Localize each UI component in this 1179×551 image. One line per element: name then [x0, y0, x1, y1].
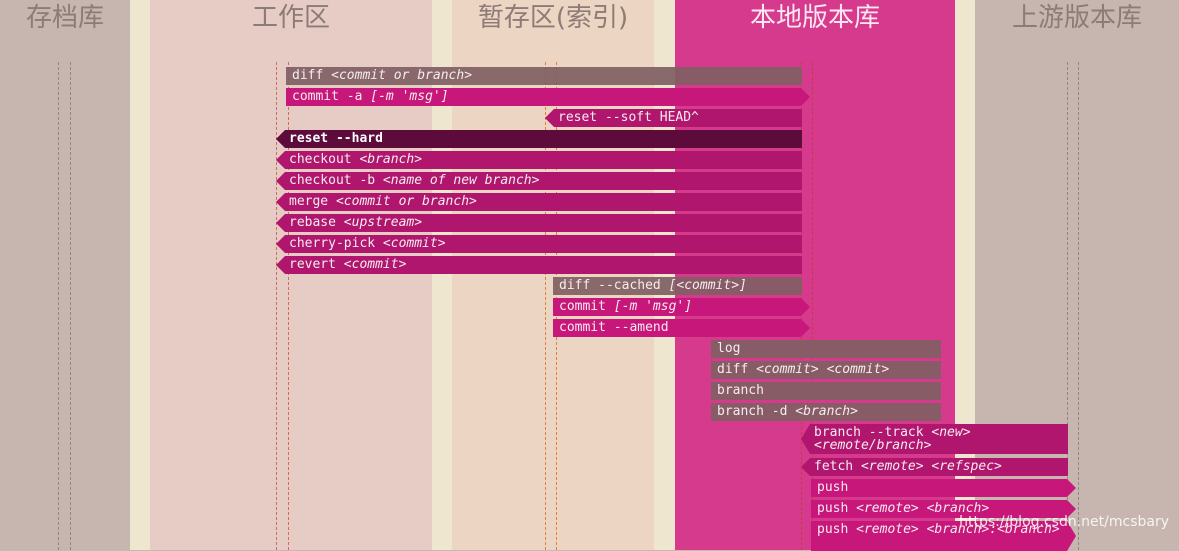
guide-line: [1078, 62, 1079, 550]
command-name: reset --soft HEAD^: [558, 110, 699, 125]
command-name: checkout: [289, 152, 352, 167]
command-commit-amend: commit --amend: [553, 319, 810, 337]
command-name: rebase: [289, 215, 336, 230]
command-args: <branch>: [795, 404, 858, 419]
command-branch-d: branch -d <branch>: [711, 403, 941, 421]
command-name: commit -a: [292, 89, 363, 104]
command-name: push: [817, 480, 849, 495]
column-title-local: 本地版本库: [749, 3, 880, 33]
command-branch-track: branch --track <new> <remote/branch>: [801, 424, 1068, 454]
command-args: [<commit>]: [668, 278, 747, 293]
command-diff-commit-or-branch: diff <commit or branch>: [286, 67, 802, 85]
command-name: commit: [559, 299, 606, 314]
command-cherry-pick: cherry-pick <commit>: [276, 235, 802, 253]
command-args: [-m 'msg']: [613, 299, 693, 314]
command-merge: merge <commit or branch>: [276, 193, 802, 211]
command-checkout: checkout <branch>: [276, 151, 802, 169]
command-name: cherry-pick: [289, 236, 376, 251]
command-args: <commit> <commit>: [756, 362, 890, 377]
command-diff-cached: diff --cached [<commit>]: [553, 277, 802, 295]
command-diff-commit-commit: diff <commit> <commit>: [711, 361, 941, 379]
command-reset-soft: reset --soft HEAD^: [545, 109, 802, 127]
command-args: <upstream>: [343, 215, 423, 230]
command-revert: revert <commit>: [276, 256, 802, 274]
command-name: fetch: [814, 459, 854, 474]
column-title-index: 暂存区(索引): [477, 3, 629, 33]
command-name: branch -d: [717, 404, 788, 419]
watermark: https://blog.csdn.net/mcsbary: [959, 514, 1169, 530]
command-name: diff: [292, 68, 324, 83]
column-stash: 存档库: [0, 0, 130, 550]
command-name: branch: [717, 383, 764, 398]
command-name: revert: [289, 257, 336, 272]
guide-line: [276, 62, 277, 550]
command-name: log: [717, 341, 741, 356]
command-name: checkout -b: [289, 173, 376, 188]
command-args: [-m 'msg']: [370, 89, 449, 104]
command-checkout-b: checkout -b <name of new branch>: [276, 172, 802, 190]
command-commit-a: commit -a [-m 'msg']: [286, 88, 810, 106]
column-divider: [130, 0, 150, 550]
guide-line: [812, 62, 813, 550]
column-title-stash: 存档库: [25, 3, 104, 33]
column-title-upstream: 上游版本库: [1011, 3, 1142, 33]
command-name: commit --amend: [559, 320, 669, 335]
command-push: push: [811, 479, 1076, 497]
guide-line: [58, 62, 59, 550]
command-branch: branch: [711, 382, 941, 400]
command-args: <commit or branch>: [335, 194, 477, 209]
command-args: <commit>: [343, 257, 407, 272]
command-log: log: [711, 340, 941, 358]
column-title-workspace: 工作区: [251, 3, 330, 33]
command-name: push: [817, 501, 849, 516]
command-args: <name of new branch>: [382, 173, 540, 188]
command-name: push: [817, 522, 849, 537]
guide-line: [1067, 62, 1068, 550]
command-rebase: rebase <upstream>: [276, 214, 802, 232]
command-args: <commit or branch>: [331, 68, 473, 83]
command-name: merge: [289, 194, 329, 209]
guide-line: [70, 62, 71, 550]
command-args: <remote> <refspec>: [860, 459, 1002, 474]
command-commit: commit [-m 'msg']: [553, 298, 810, 316]
command-name: diff: [717, 362, 749, 377]
command-fetch: fetch <remote> <refspec>: [801, 458, 1068, 476]
command-name: reset --hard: [289, 131, 383, 146]
command-args: <commit>: [382, 236, 446, 251]
command-reset-hard: reset --hard: [276, 130, 802, 148]
command-args: <branch>: [359, 152, 423, 167]
command-name: diff --cached: [559, 278, 661, 293]
